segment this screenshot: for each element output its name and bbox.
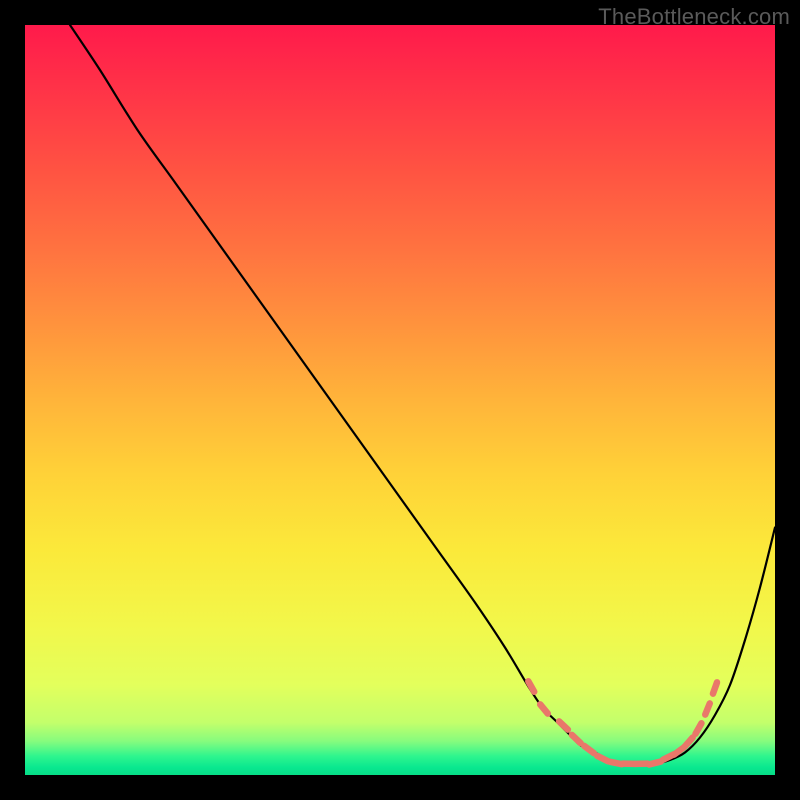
trough-markers bbox=[528, 681, 717, 764]
chart-frame: TheBottleneck.com bbox=[0, 0, 800, 800]
trough-marker bbox=[572, 735, 581, 743]
trough-marker bbox=[685, 737, 693, 746]
watermark-text: TheBottleneck.com bbox=[598, 4, 790, 30]
trough-marker bbox=[540, 704, 548, 713]
plot-area bbox=[25, 25, 775, 775]
trough-marker bbox=[528, 681, 534, 691]
trough-marker bbox=[713, 682, 717, 693]
curve-layer bbox=[25, 25, 775, 775]
trough-marker bbox=[696, 723, 702, 733]
trough-marker bbox=[597, 756, 608, 761]
trough-marker bbox=[649, 762, 661, 765]
bottleneck-curve bbox=[70, 25, 775, 764]
trough-marker bbox=[705, 703, 710, 714]
trough-marker bbox=[584, 746, 594, 753]
trough-marker bbox=[559, 721, 568, 729]
